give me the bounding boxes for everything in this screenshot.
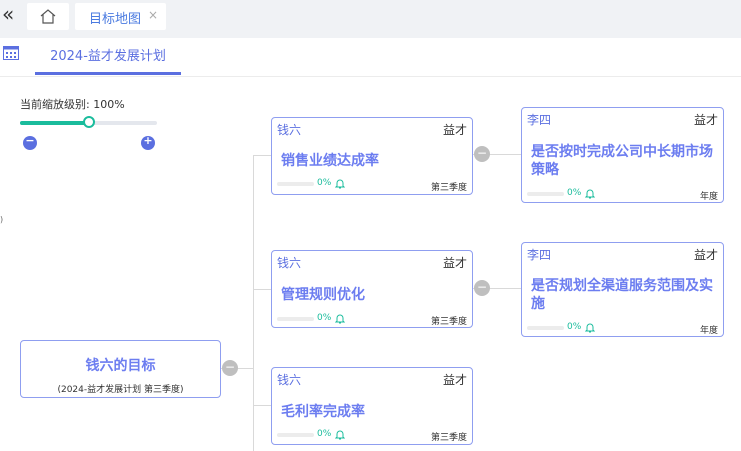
goal-title: 销售业绩达成率 (281, 153, 379, 169)
goal-title: 毛利率完成率 (281, 404, 365, 420)
zoom-slider-handle[interactable] (82, 116, 95, 128)
goal-owner: 钱六 (277, 256, 302, 270)
collapse-toggle-2[interactable]: − (474, 280, 490, 296)
goal-node-1[interactable]: 钱六 益才 销售业绩达成率 0% 第三季度 (271, 117, 473, 195)
goal-owner: 李四 (527, 248, 552, 262)
tab-plan-2024[interactable]: 2024-益才发展计划 (35, 38, 181, 76)
double-chevron-left-icon[interactable]: « (2, 4, 14, 24)
progress-percent: 0% (567, 188, 582, 198)
goal-period: 第三季度 (430, 433, 467, 443)
goal-title-line2: 策略 (531, 162, 559, 178)
progress-percent: 0% (317, 429, 332, 439)
zoom-slider-fill (20, 121, 89, 125)
progress-bar (277, 317, 314, 321)
tab-goal-map[interactable]: 目标地图 × (75, 3, 166, 30)
goal-period: 年度 (699, 326, 718, 336)
root-goal-title: 钱六的目标 (85, 358, 156, 374)
collapse-toggle-1[interactable]: − (474, 146, 490, 162)
home-icon (40, 9, 56, 24)
progress-percent: 0% (317, 178, 332, 188)
progress-bar (277, 433, 314, 437)
goal-node-4[interactable]: 李四 益才 是否按时完成公司中长期市场 策略 0% 年度 (521, 107, 724, 203)
goal-node-5[interactable]: 李四 益才 是否规划全渠道服务范围及实 施 0% 年度 (521, 242, 724, 337)
goal-org: 益才 (693, 113, 718, 127)
zoom-out-icon[interactable]: − (23, 134, 37, 150)
progress-bar (527, 326, 564, 330)
goal-org: 益才 (442, 256, 467, 270)
progress-percent: 0% (567, 322, 582, 332)
root-goal-node[interactable]: 钱六的目标 (2024-益才发展计划 第三季度) (20, 340, 221, 398)
top-tab-bar: « 目标地图 × (0, 0, 741, 38)
goal-period: 第三季度 (430, 317, 467, 327)
root-goal-subtitle: (2024-益才发展计划 第三季度) (57, 385, 184, 395)
goal-node-2[interactable]: 钱六 益才 管理规则优化 0% 第三季度 (271, 250, 473, 328)
progress-bar (277, 182, 314, 186)
calendar-grid-icon[interactable] (3, 46, 19, 60)
active-tab-underline (35, 72, 181, 75)
home-tab[interactable] (27, 3, 69, 30)
connector-2 (253, 289, 271, 290)
connector-3 (253, 405, 271, 406)
zoom-in-icon[interactable]: + (141, 134, 155, 150)
collapse-toggle-symbol: − (476, 280, 488, 294)
zoom-level-label: 当前缩放级别: 100% (20, 98, 125, 111)
progress-bar (527, 192, 564, 196)
zoom-slider[interactable] (20, 116, 157, 128)
progress-percent: 0% (317, 313, 332, 323)
collapse-toggle-root[interactable]: − (222, 360, 238, 376)
collapse-toggle-symbol: − (224, 360, 236, 374)
goal-period: 年度 (699, 192, 718, 202)
goal-owner: 钱六 (277, 123, 302, 137)
tab-goal-map-label: 目标地图 (89, 12, 142, 27)
bell-icon[interactable] (335, 429, 345, 440)
edge-mark: ) (0, 215, 4, 224)
goal-org: 益才 (442, 123, 467, 137)
goal-org: 益才 (693, 248, 718, 262)
bell-icon[interactable] (585, 188, 595, 199)
goal-owner: 李四 (527, 113, 552, 127)
goal-title: 管理规则优化 (281, 287, 365, 303)
bell-icon[interactable] (335, 178, 345, 189)
collapse-toggle-symbol: − (476, 146, 488, 160)
bell-icon[interactable] (335, 313, 345, 324)
goal-node-3[interactable]: 钱六 益才 毛利率完成率 0% 第三季度 (271, 367, 473, 445)
close-icon[interactable]: × (148, 8, 158, 22)
bell-icon[interactable] (585, 322, 595, 333)
goal-period: 第三季度 (430, 183, 467, 193)
goal-title-line1: 是否按时完成公司中长期市场 (531, 144, 713, 160)
goal-title-line1: 是否规划全渠道服务范围及实 (531, 278, 713, 294)
goal-title-line2: 施 (531, 296, 545, 312)
zoom-out-symbol: − (25, 134, 35, 147)
connector-trunk (253, 155, 254, 451)
goal-owner: 钱六 (277, 373, 302, 387)
connector-1 (253, 155, 271, 156)
goal-org: 益才 (442, 373, 467, 387)
zoom-in-symbol: + (143, 134, 153, 147)
